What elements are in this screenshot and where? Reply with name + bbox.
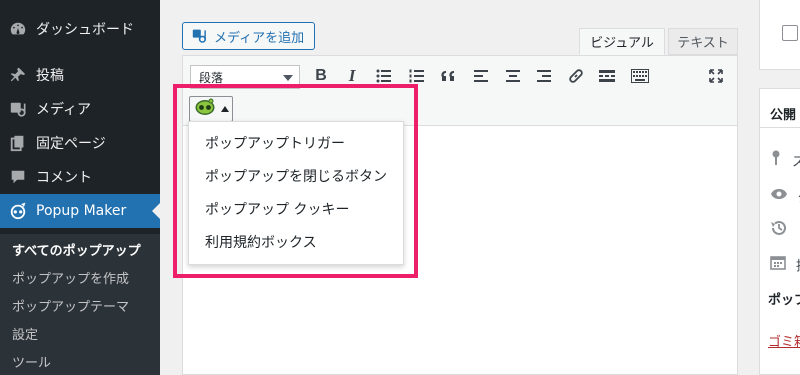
calendar-icon bbox=[770, 254, 786, 274]
publish-row-status-text: ス bbox=[792, 154, 800, 170]
menu-pages-label: 固定ページ bbox=[36, 136, 106, 152]
popup-maker-submenu: すべてのポップアップ ポップアップを作成 ポップアップテーマ 設定 ツール bbox=[0, 234, 160, 375]
menu-popup-maker[interactable]: Popup Maker bbox=[0, 194, 160, 228]
menu-posts[interactable]: 投稿 bbox=[0, 58, 160, 92]
publish-row-revisions: リ bbox=[770, 220, 800, 240]
menu-popup-maker-label: Popup Maker bbox=[36, 203, 127, 219]
dashboard-icon bbox=[8, 19, 28, 39]
menu-comments-label: コメント bbox=[36, 170, 92, 186]
active-menu-arrow bbox=[152, 203, 160, 219]
publish-row-schedule-text: 掲 bbox=[796, 255, 800, 274]
pin-icon bbox=[8, 65, 28, 85]
publish-row-status: ス bbox=[770, 150, 800, 170]
chevron-down-icon bbox=[283, 75, 293, 81]
submenu-tools[interactable]: ツール bbox=[12, 352, 51, 371]
media-icon bbox=[192, 28, 208, 44]
menu-comments[interactable]: コメント bbox=[0, 160, 160, 194]
key-icon bbox=[770, 150, 782, 170]
publish-title: 公開 bbox=[770, 108, 797, 123]
highlight-box bbox=[173, 84, 418, 278]
trash-link[interactable]: ゴミ箱 bbox=[768, 331, 800, 350]
read-more-icon[interactable] bbox=[596, 65, 618, 87]
popup-maker-icon bbox=[8, 201, 28, 221]
menu-pages[interactable]: 固定ページ bbox=[0, 126, 160, 160]
toolbar-toggle-icon[interactable] bbox=[629, 65, 651, 87]
popup-label: ポップ bbox=[768, 293, 800, 308]
add-media-label: メディアを追加 bbox=[214, 30, 305, 46]
blockquote-icon[interactable] bbox=[438, 65, 460, 87]
history-icon bbox=[770, 219, 788, 241]
link-icon[interactable] bbox=[565, 65, 587, 87]
submenu-settings[interactable]: 設定 bbox=[12, 324, 38, 343]
menu-dashboard-label: ダッシュボード bbox=[36, 22, 134, 38]
format-select-value: 段落 bbox=[199, 70, 224, 85]
submenu-create-popup[interactable]: ポップアップを作成 bbox=[12, 268, 129, 287]
comment-icon bbox=[8, 167, 28, 187]
fullscreen-icon[interactable] bbox=[705, 65, 727, 87]
align-center-icon[interactable] bbox=[502, 65, 524, 87]
admin-sidebar: ダッシュボード 投稿 メディア 固定ページ コメント Popup Maker す… bbox=[0, 0, 160, 375]
submenu-all-popups[interactable]: すべてのポップアップ bbox=[12, 240, 141, 259]
menu-media[interactable]: メディア bbox=[0, 92, 160, 126]
tab-visual[interactable]: ビジュアル bbox=[579, 28, 665, 55]
pages-icon bbox=[8, 133, 28, 153]
menu-dashboard[interactable]: ダッシュボード bbox=[0, 12, 160, 46]
publish-row-schedule: 掲 bbox=[770, 254, 800, 274]
menu-media-label: メディア bbox=[36, 102, 92, 118]
eye-icon bbox=[770, 188, 788, 204]
menu-posts-label: 投稿 bbox=[36, 68, 64, 84]
add-media-button[interactable]: メディアを追加 bbox=[182, 22, 315, 50]
tab-text[interactable]: テキスト bbox=[668, 28, 738, 55]
submenu-popup-themes[interactable]: ポップアップテーマ bbox=[12, 296, 129, 315]
publish-row-visibility: 公 bbox=[770, 186, 800, 206]
align-left-icon[interactable] bbox=[470, 65, 492, 87]
option-checkbox[interactable] bbox=[782, 25, 798, 41]
media-icon bbox=[8, 99, 28, 119]
align-right-icon[interactable] bbox=[533, 65, 555, 87]
